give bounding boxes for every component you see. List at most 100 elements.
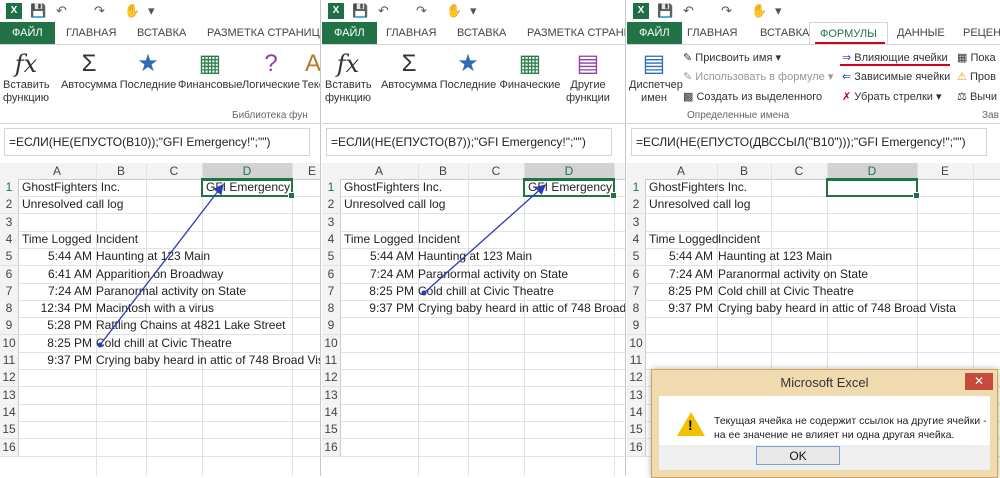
- undo-icon[interactable]: ↶: [56, 3, 67, 19]
- cell-a1[interactable]: GhostFighters Inc.: [22, 179, 120, 196]
- use-in-formula-button[interactable]: ✎ Использовать в формуле ▾: [683, 70, 833, 83]
- col-header-b[interactable]: B: [418, 163, 469, 179]
- row-header[interactable]: 3: [0, 213, 19, 231]
- cell-a4[interactable]: Time Logged: [649, 231, 719, 248]
- row-header[interactable]: 3: [322, 213, 341, 231]
- save-icon[interactable]: 💾: [30, 3, 46, 19]
- incident-cell[interactable]: Rattling Chains at 4821 Lake Street: [96, 317, 285, 334]
- col-header-b[interactable]: B: [96, 163, 147, 179]
- row-header[interactable]: 15: [0, 421, 19, 439]
- row-header[interactable]: 6: [322, 265, 341, 283]
- col-header-a[interactable]: A: [340, 163, 419, 179]
- error-checking-button[interactable]: ⚠ Пров: [957, 70, 996, 83]
- row-header[interactable]: 1: [0, 179, 19, 196]
- selected-cell-d1[interactable]: [201, 178, 295, 199]
- time-cell[interactable]: 8:25 PM: [22, 335, 92, 352]
- row-header[interactable]: 6: [0, 265, 19, 283]
- row-header[interactable]: 10: [322, 334, 341, 352]
- evaluate-formula-button[interactable]: ⚖ Вычи: [957, 90, 997, 103]
- row-header[interactable]: 4: [0, 230, 19, 248]
- tab-insert[interactable]: ВСТАВКА: [137, 22, 186, 44]
- time-cell[interactable]: 5:44 AM: [344, 248, 414, 265]
- close-icon[interactable]: ✕: [965, 373, 993, 390]
- col-header-b[interactable]: B: [717, 163, 772, 179]
- autosum-button[interactable]: Σ Автосумма: [380, 49, 438, 92]
- redo-icon[interactable]: ↷: [94, 3, 105, 19]
- time-cell[interactable]: 7:24 AM: [22, 283, 92, 300]
- row-header[interactable]: 5: [0, 248, 19, 266]
- time-cell[interactable]: 9:37 PM: [649, 300, 713, 317]
- row-header[interactable]: 16: [322, 438, 341, 456]
- row-header[interactable]: 14: [0, 403, 19, 421]
- row-header[interactable]: 2: [0, 196, 19, 214]
- show-formulas-button[interactable]: ▦ Пока: [957, 51, 996, 64]
- col-header-e[interactable]: E: [917, 163, 974, 179]
- row-header[interactable]: 13: [627, 386, 646, 404]
- row-header[interactable]: 3: [627, 213, 646, 231]
- cell-b4[interactable]: Incident: [418, 231, 460, 248]
- customize-qat-icon[interactable]: ▾: [148, 3, 155, 19]
- row-header[interactable]: 11: [0, 352, 19, 369]
- incident-cell[interactable]: Crying baby heard in attic of 748 Broad …: [418, 300, 625, 317]
- row-header[interactable]: 5: [627, 248, 646, 266]
- touch-mode-icon[interactable]: ✋: [446, 3, 462, 19]
- text-button[interactable]: AТекс: [300, 49, 320, 92]
- tab-insert[interactable]: ВСТАВКА: [760, 22, 809, 44]
- save-icon[interactable]: 💾: [657, 3, 673, 19]
- selected-cell-d1[interactable]: [826, 178, 920, 199]
- row-header[interactable]: 12: [627, 369, 646, 387]
- row-header[interactable]: 9: [322, 317, 341, 335]
- row-header[interactable]: 1: [627, 179, 646, 196]
- incident-cell[interactable]: Apparition on Broadway: [96, 266, 223, 283]
- undo-icon[interactable]: ↶: [683, 3, 694, 19]
- cell-a2[interactable]: Unresolved call log: [344, 196, 445, 213]
- row-header[interactable]: 7: [322, 282, 341, 300]
- recent-button[interactable]: ★ Последние: [119, 49, 177, 92]
- time-cell[interactable]: 6:41 AM: [22, 266, 92, 283]
- col-header-a[interactable]: A: [645, 163, 718, 179]
- recent-button[interactable]: ★ Последние: [439, 49, 497, 92]
- tab-file[interactable]: ФАЙЛ: [0, 22, 55, 44]
- row-header[interactable]: 4: [322, 230, 341, 248]
- row-header[interactable]: 9: [0, 317, 19, 335]
- tab-home[interactable]: ГЛАВНАЯ: [386, 22, 436, 44]
- cell-a2[interactable]: Unresolved call log: [22, 196, 123, 213]
- row-header[interactable]: 5: [322, 248, 341, 266]
- row-header[interactable]: 8: [0, 300, 19, 318]
- col-header-c[interactable]: C: [468, 163, 525, 179]
- incident-cell[interactable]: Cold chill at Civic Theatre: [718, 283, 854, 300]
- incident-cell[interactable]: Paranormal activity on State: [418, 266, 568, 283]
- time-cell[interactable]: 8:25 PM: [344, 283, 414, 300]
- tab-file[interactable]: ФАЙЛ: [627, 22, 682, 44]
- row-header[interactable]: 4: [627, 230, 646, 248]
- define-name-button[interactable]: ✎ Присвоить имя ▾: [683, 51, 781, 64]
- incident-cell[interactable]: Crying baby heard in attic of 748 Broad …: [718, 300, 956, 317]
- row-header[interactable]: 15: [322, 421, 341, 439]
- row-header[interactable]: 12: [322, 369, 341, 387]
- time-cell[interactable]: 7:24 AM: [649, 266, 713, 283]
- time-cell[interactable]: 9:37 PM: [344, 300, 414, 317]
- row-header[interactable]: 2: [322, 196, 341, 214]
- time-cell[interactable]: 5:28 PM: [22, 317, 92, 334]
- tab-home[interactable]: ГЛАВНАЯ: [66, 22, 116, 44]
- time-cell[interactable]: 12:34 PM: [22, 300, 92, 317]
- row-header[interactable]: 11: [627, 352, 646, 369]
- cell-a1[interactable]: GhostFighters Inc.: [344, 179, 442, 196]
- incident-cell[interactable]: Haunting at 123 Main: [718, 248, 832, 265]
- cell-a4[interactable]: Time Logged: [344, 231, 414, 248]
- time-cell[interactable]: 5:44 AM: [649, 248, 713, 265]
- customize-qat-icon[interactable]: ▾: [470, 3, 477, 19]
- incident-cell[interactable]: Paranormal activity on State: [718, 266, 868, 283]
- trace-precedents-button[interactable]: ⇒ Влияющие ячейки: [842, 51, 948, 64]
- undo-icon[interactable]: ↶: [378, 3, 389, 19]
- insert-function-button[interactable]: fx Вставить функцию: [3, 49, 50, 105]
- incident-cell[interactable]: Macintosh with a virus: [96, 300, 214, 317]
- remove-arrows-button[interactable]: ✗ Убрать стрелки ▾: [842, 90, 942, 103]
- incident-cell[interactable]: Paranormal activity on State: [96, 283, 246, 300]
- tab-data[interactable]: ДАННЫЕ: [897, 22, 945, 44]
- row-header[interactable]: 7: [627, 282, 646, 300]
- row-header[interactable]: 1: [322, 179, 341, 196]
- autosum-button[interactable]: Σ Автосумма: [60, 49, 118, 92]
- tab-file[interactable]: ФАЙЛ: [322, 22, 377, 44]
- other-functions-button[interactable]: ▤ Другие функции: [560, 49, 616, 105]
